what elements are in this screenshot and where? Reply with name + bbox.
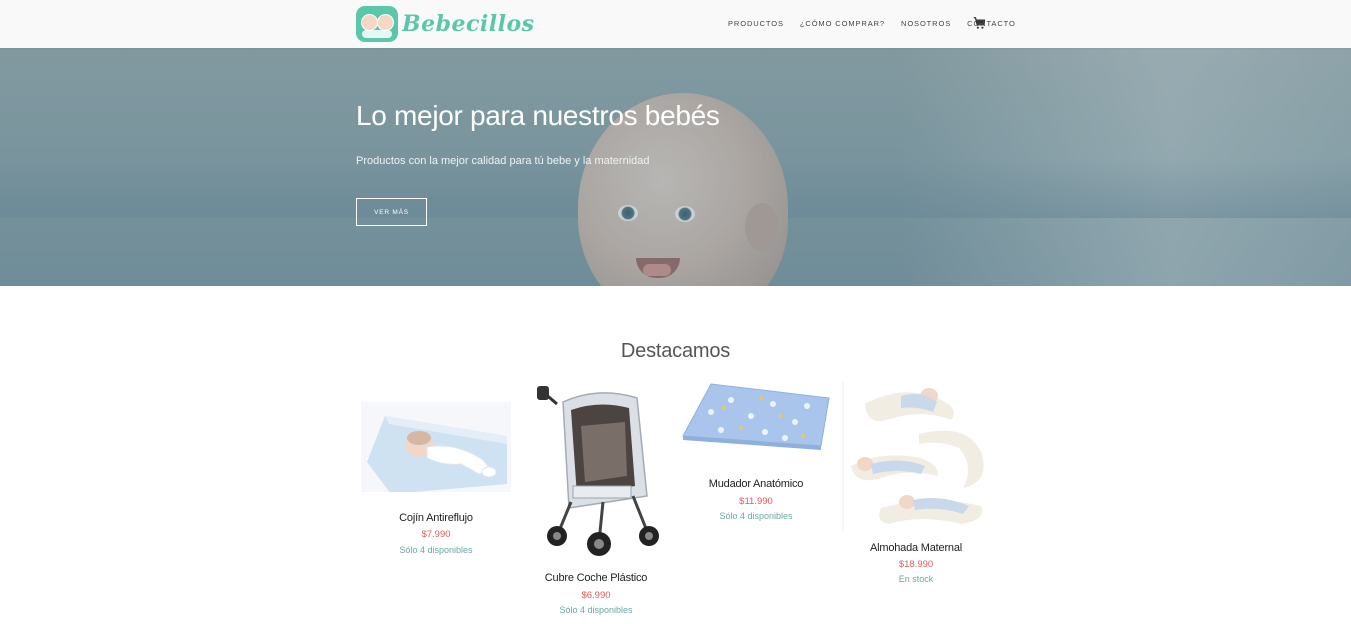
product-stock: En stock <box>898 574 934 584</box>
almohada-maternal-image <box>841 382 991 532</box>
hero-subtitle: Productos con la mejor calidad para tú b… <box>356 155 650 167</box>
product-card-almohada-maternal[interactable]: Almohada Maternal $18.990 En stock <box>841 380 991 590</box>
product-name: Almohada Maternal <box>870 542 962 554</box>
product-price: $11.990 <box>739 496 773 507</box>
product-card-mudador-anatomico[interactable]: Mudador Anatómico $11.990 Sólo 4 disponi… <box>681 380 831 530</box>
product-price: $6.990 <box>581 590 611 601</box>
product-price: $7.990 <box>421 529 451 540</box>
top-navbar: Bebecillos PRODUCTOS ¿CÓMO COMPRAR? NOSO… <box>0 0 1351 48</box>
product-name: Cojín Antireflujo <box>399 512 473 524</box>
nav-item-como-comprar[interactable]: ¿CÓMO COMPRAR? <box>800 18 885 30</box>
shopping-cart-icon[interactable] <box>972 16 986 30</box>
hero-banner <box>0 48 1351 286</box>
product-price: $18.990 <box>898 559 934 570</box>
mudador-anatomico-image <box>681 382 831 450</box>
product-stock: Sólo 4 disponibles <box>719 511 793 521</box>
product-name: Cubre Coche Plástico <box>544 572 648 584</box>
product-card-cubre-coche-plastico[interactable]: Cubre Coche Plástico $6.990 Sólo 4 dispo… <box>521 380 671 620</box>
product-name: Mudador Anatómico <box>708 478 804 490</box>
nav-item-nosotros[interactable]: NOSOTROS <box>901 18 951 30</box>
hero-title: Lo mejor para nuestros bebés <box>356 100 720 131</box>
cojin-antireflujo-image <box>361 402 511 492</box>
brand-name: Bebecillos <box>402 11 535 37</box>
nav-item-productos[interactable]: PRODUCTOS <box>728 18 784 30</box>
product-card-cojin-antireflujo[interactable]: Cojín Antireflujo $7.990 Sólo 4 disponib… <box>361 380 511 560</box>
product-stock: Sólo 4 disponibles <box>559 605 633 615</box>
brand-logo[interactable]: Bebecillos <box>356 6 535 42</box>
main-nav: PRODUCTOS ¿CÓMO COMPRAR? NOSOTROS CONTAC… <box>728 18 1032 30</box>
ver-mas-button[interactable]: VER MÁS <box>356 198 427 226</box>
cubre-coche-image <box>529 386 663 558</box>
babies-logo-icon <box>356 6 398 42</box>
product-stock: Sólo 4 disponibles <box>399 545 473 555</box>
featured-section-title: Destacamos <box>620 340 731 362</box>
